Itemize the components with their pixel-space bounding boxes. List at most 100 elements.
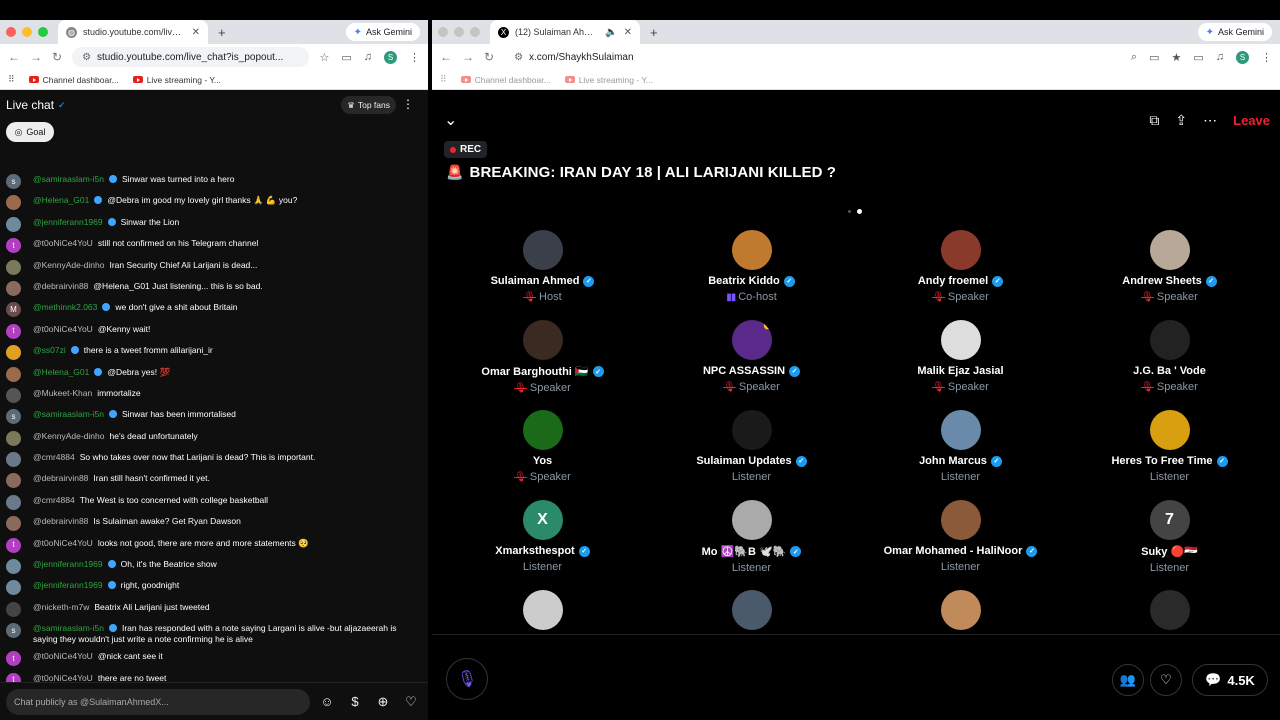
chat-message[interactable]: s @samiraaslam-i5n Sinwar has been immorta… — [0, 409, 428, 430]
more-options-icon[interactable]: ⋯ — [1203, 112, 1217, 129]
reactions-button[interactable]: ♡ — [1150, 664, 1182, 696]
heart-icon[interactable]: ♡ — [400, 691, 422, 713]
avatar[interactable] — [6, 259, 21, 275]
chat-message[interactable]: @KennyAde-dinho Iran Security Chief Ali L… — [0, 259, 428, 281]
people-button[interactable]: 👥 — [1112, 664, 1144, 696]
goal-chip[interactable]: ◎ Goal — [6, 122, 54, 142]
forward-icon[interactable]: → — [30, 50, 42, 64]
browser-tab[interactable]: X (12) Sulaiman Ahmed (@S 🔈 ✕ — [490, 20, 640, 44]
close-window-button[interactable] — [438, 27, 448, 37]
speaker-icon[interactable]: 🔈 — [605, 27, 617, 38]
comments-button[interactable]: 💬 4.5K — [1192, 664, 1268, 696]
chat-input[interactable]: Chat publicly as @SulaimanAhmedX... — [6, 688, 310, 715]
participant[interactable]: J.G. Ba ' Vode 🎙 Speaker — [1065, 320, 1274, 393]
chat-author[interactable]: @debrairvin88 — [33, 473, 88, 483]
chat-message[interactable]: t @t0oNiCe4YoU @Kenny wait! — [0, 323, 428, 345]
bookmark-channel-dashboard[interactable]: Channel dashboar... — [28, 75, 119, 85]
participant[interactable]: Andy froemel ✓ 🎙 Speaker — [856, 230, 1065, 303]
avatar[interactable] — [6, 452, 21, 468]
back-icon[interactable]: ← — [440, 50, 452, 64]
avatar[interactable]: s — [6, 174, 21, 189]
minimize-window-button[interactable] — [22, 27, 32, 37]
maximize-window-button[interactable] — [470, 27, 480, 37]
participant[interactable] — [1065, 590, 1274, 630]
chat-author[interactable]: @debrairvin88 — [33, 281, 88, 291]
participant[interactable]: Sulaiman Ahmed ✓ 🎙 Host — [438, 230, 647, 303]
chat-message[interactable]: @ss07zi there is a tweet fromm alilarijan… — [0, 345, 428, 366]
participant-avatar[interactable] — [1149, 320, 1190, 360]
avatar[interactable] — [6, 559, 21, 575]
new-tab-button[interactable]: + — [650, 25, 658, 40]
participant[interactable] — [438, 590, 647, 630]
chat-message[interactable]: t @t0oNiCe4YoU looks not good, there are m… — [0, 537, 428, 559]
add-icon[interactable]: ⊕ — [372, 691, 394, 713]
participant[interactable] — [856, 590, 1065, 630]
chat-author[interactable]: @ss07zi — [33, 345, 66, 355]
apps-grid-icon[interactable]: ⠿ — [440, 74, 447, 85]
chat-author[interactable]: @nicketh-m7w — [33, 602, 89, 612]
participant[interactable]: Mo ☮️🐘B 🕊️🐘 ✓ Listener — [647, 500, 856, 574]
menu-icon[interactable]: ⋮ — [409, 51, 420, 64]
participant-avatar[interactable]: ✋ — [731, 320, 772, 360]
minimize-window-button[interactable] — [454, 27, 464, 37]
close-tab-icon[interactable]: ✕ — [624, 27, 632, 38]
chat-author[interactable]: @KennyAde-dinho — [33, 431, 104, 441]
forward-icon[interactable]: → — [462, 50, 474, 64]
menu-icon[interactable]: ⋮ — [1261, 51, 1272, 64]
participant[interactable] — [647, 590, 856, 630]
browser-tab[interactable]: ◍ studio.youtube.com/live_chat ✕ — [58, 20, 208, 44]
chat-message[interactable]: t @t0oNiCe4YoU still not confirmed on his … — [0, 238, 428, 259]
avatar[interactable] — [6, 216, 21, 232]
participant[interactable]: Andrew Sheets ✓ 🎙 Speaker — [1065, 230, 1274, 303]
chat-message[interactable]: @cmr4884 So who takes over now that Larij… — [0, 452, 428, 473]
top-fans-button[interactable]: ♛ Top fans — [341, 96, 396, 114]
new-tab-button[interactable]: + — [218, 25, 226, 40]
participant-avatar[interactable] — [731, 500, 772, 540]
bookmark-channel-dashboard[interactable]: Channel dashboar... — [460, 75, 551, 85]
participant-avatar[interactable] — [522, 590, 563, 630]
participant[interactable]: Malik Ejaz Jasial 🎙 Speaker — [856, 320, 1065, 393]
maximize-window-button[interactable] — [38, 27, 48, 37]
participant-avatar[interactable]: X — [522, 500, 563, 540]
chat-author[interactable]: @t0oNiCe4YoU — [33, 538, 93, 548]
super-chat-icon[interactable]: $ — [344, 691, 366, 713]
chat-message[interactable]: @jenniferann1969 Sinwar the Lion — [0, 216, 428, 238]
avatar[interactable] — [6, 473, 21, 489]
avatar[interactable] — [6, 601, 21, 617]
chat-message[interactable]: @jenniferann1969 Oh, it's the Beatrice sh… — [0, 559, 428, 580]
participant-avatar[interactable] — [1149, 230, 1190, 270]
participant-avatar[interactable] — [940, 410, 981, 450]
reload-icon[interactable]: ↻ — [484, 50, 494, 64]
chat-author[interactable]: @KennyAde-dinho — [33, 260, 104, 270]
participant-avatar[interactable] — [1149, 590, 1190, 630]
ask-gemini-button[interactable]: ✦ Ask Gemini — [1197, 23, 1272, 41]
participant[interactable]: Heres To Free Time ✓ Listener — [1065, 410, 1274, 483]
participant[interactable]: Sulaiman Updates ✓ Listener — [647, 410, 856, 483]
participant-avatar[interactable] — [522, 320, 563, 360]
avatar[interactable] — [6, 195, 21, 211]
profile-avatar[interactable]: S — [1236, 50, 1249, 64]
chat-author[interactable]: @samiraaslam-i5n — [33, 174, 104, 184]
avatar[interactable]: t — [6, 323, 21, 339]
page-dot[interactable] — [848, 210, 851, 213]
avatar[interactable] — [6, 387, 21, 403]
bookmark-live-streaming[interactable]: Live streaming - Y... — [132, 75, 221, 85]
avatar[interactable] — [6, 516, 21, 532]
chat-author[interactable]: @t0oNiCe4YoU — [33, 238, 93, 248]
avatar[interactable] — [6, 366, 21, 382]
chat-author[interactable]: @t0oNiCe4YoU — [33, 324, 93, 334]
avatar[interactable]: t — [6, 537, 21, 553]
chat-message[interactable]: @debrairvin88 Is Sulaiman awake? Get Ryan… — [0, 516, 428, 537]
cast-icon[interactable]: ▭ — [341, 51, 351, 64]
chevron-down-icon[interactable]: ✓ — [58, 100, 66, 111]
cast-icon[interactable]: ▭ — [1193, 51, 1203, 64]
chat-message[interactable]: @nicketh-m7w Beatrix Ali Larijani just tw… — [0, 601, 428, 623]
media-icon[interactable]: ♫ — [1216, 51, 1224, 63]
avatar[interactable]: s — [6, 623, 21, 639]
chat-author[interactable]: @jenniferann1969 — [33, 559, 103, 569]
participant-avatar[interactable]: 7 — [1149, 500, 1190, 540]
chat-author[interactable]: @samiraaslam-i5n — [33, 409, 104, 419]
back-icon[interactable]: ← — [8, 50, 20, 64]
avatar[interactable] — [6, 494, 21, 510]
avatar[interactable] — [6, 430, 21, 446]
